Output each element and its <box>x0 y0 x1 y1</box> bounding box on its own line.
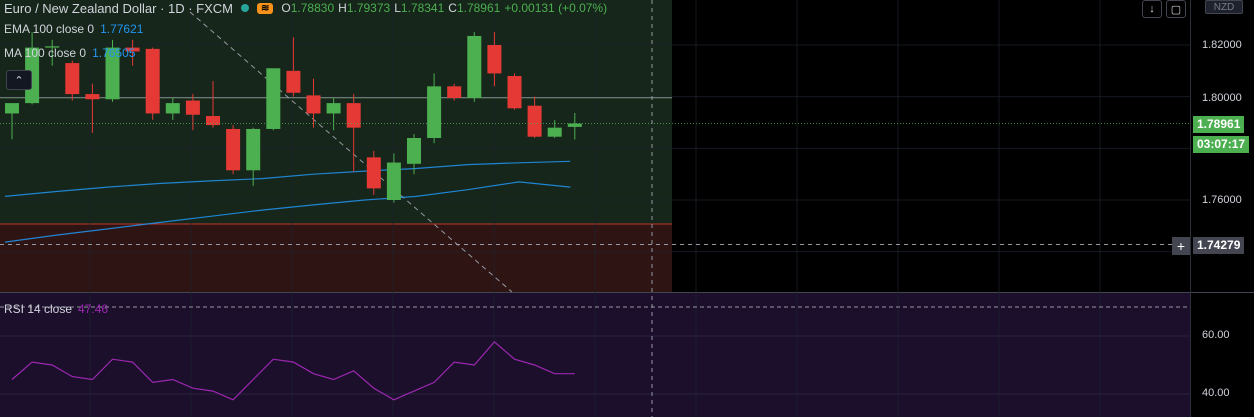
ma-legend[interactable]: MA 100 close 0 1.76505 <box>4 46 135 60</box>
candle-body <box>306 95 321 114</box>
rsi-value: 47.46 <box>78 302 109 316</box>
currency-badge[interactable]: NZD <box>1205 0 1243 14</box>
market-status-icon <box>241 4 250 12</box>
ohlc-readout: O1.78830 H1.79373 L1.78341 C1.78961 +0.00131… <box>281 1 607 15</box>
candle-body <box>467 35 482 98</box>
candle-body <box>547 127 562 137</box>
candle-body <box>165 103 180 114</box>
ohlc-item: O1.78830 <box>281 1 334 15</box>
ma-label: MA 100 close 0 <box>4 46 87 60</box>
candle-body <box>386 162 401 200</box>
price-chart[interactable] <box>0 0 1254 417</box>
candle-body <box>447 86 462 98</box>
candle-body <box>5 103 19 114</box>
candle-body <box>226 128 241 171</box>
candle-body <box>326 103 341 114</box>
zone-red <box>0 224 672 292</box>
ohlc-value: +0.00131 (+0.07%) <box>504 1 608 15</box>
ohlc-key: O <box>281 1 291 15</box>
ohlc-value: 1.78341 <box>400 1 445 15</box>
ohlc-item: H1.79373 <box>338 1 390 15</box>
candle-body <box>246 128 261 171</box>
ohlc-item: +0.00131 (+0.07%) <box>504 1 607 15</box>
add-plus-icon[interactable]: + <box>1172 237 1190 255</box>
ohlc-key: C <box>448 1 457 15</box>
symbol-title[interactable]: Euro / New Zealand Dollar · 1D · FXCM <box>4 1 233 16</box>
candle-body <box>567 123 582 127</box>
ema-value: 1.77621 <box>100 22 144 36</box>
countdown-tag: 03:07:17 <box>1193 136 1250 153</box>
rsi-legend[interactable]: RSI 14 close 47.46 <box>4 302 108 316</box>
collapse-legend-button[interactable]: ⌃ <box>6 70 32 90</box>
rsi-tick: 60.00 <box>1202 329 1230 341</box>
flag-icon[interactable]: ≋ <box>257 2 274 14</box>
down-arrow-icon[interactable]: ↓ <box>1142 0 1162 18</box>
ohlc-key: L <box>394 1 401 15</box>
ohlc-item: L1.78341 <box>394 1 444 15</box>
ohlc-item: C1.78961 <box>448 1 500 15</box>
ema-legend[interactable]: EMA 100 close 0 1.77621 <box>4 22 143 36</box>
candle-body <box>65 63 80 95</box>
ohlc-value: 1.78830 <box>290 1 335 15</box>
candle-body <box>407 138 421 164</box>
ohlc-key: H <box>338 1 347 15</box>
candle-body <box>185 100 200 115</box>
ohlc-value: 1.79373 <box>346 1 391 15</box>
rsi-label: RSI 14 close <box>4 302 73 316</box>
candle-body <box>366 157 381 189</box>
candle-body <box>487 45 502 74</box>
candle-body <box>427 86 442 138</box>
candle-body <box>85 94 100 100</box>
restore-icon[interactable]: ▢ <box>1166 0 1186 18</box>
ohlc-value: 1.78961 <box>456 1 501 15</box>
price-tick: 1.82000 <box>1202 39 1242 51</box>
candle-body <box>286 70 301 93</box>
candle-body <box>145 48 160 114</box>
candle-body <box>527 105 542 137</box>
ma-value: 1.76505 <box>92 46 136 60</box>
rsi-tick: 40.00 <box>1202 387 1230 399</box>
crosshair-price-tag: 1.74279 <box>1193 237 1245 254</box>
last-price-tag: 1.78961 <box>1193 116 1245 133</box>
price-tick: 1.80000 <box>1202 92 1242 104</box>
ema-label: EMA 100 close 0 <box>4 22 95 36</box>
price-tick: 1.76000 <box>1202 194 1242 206</box>
candle-body <box>507 76 522 109</box>
chart-header: Euro / New Zealand Dollar · 1D · FXCM ≋ … <box>4 0 607 16</box>
candle-body <box>266 68 281 129</box>
